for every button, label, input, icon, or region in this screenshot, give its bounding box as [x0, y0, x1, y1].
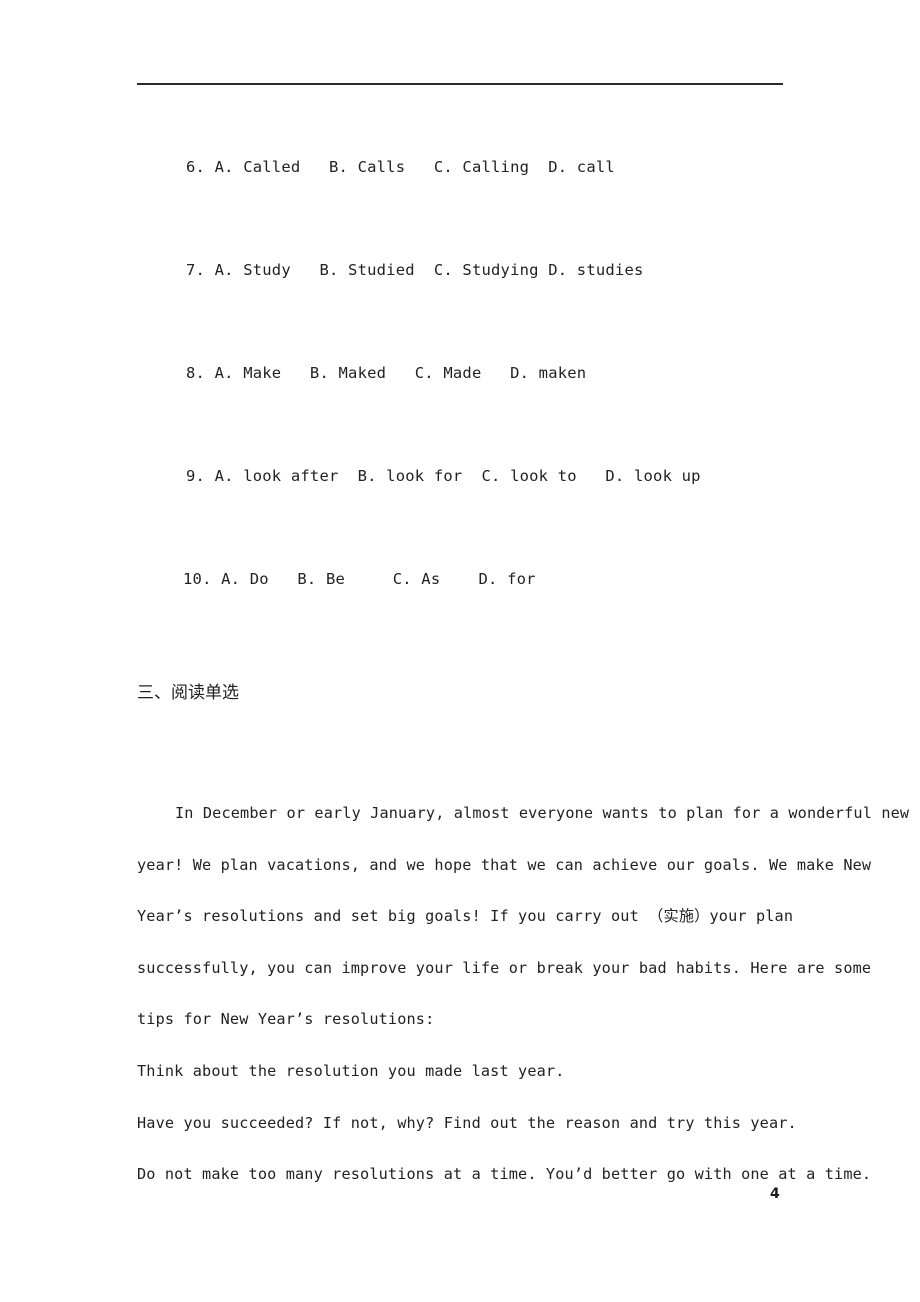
document-page: 6. A. Called B. Calls C. Calling D. call…	[0, 0, 920, 1302]
cloze-question-list: 6. A. Called B. Calls C. Calling D. call…	[0, 150, 920, 665]
passage-line: In December or early January, almost eve…	[175, 804, 910, 822]
question-item-6: 6. A. Called B. Calls C. Calling D. call	[186, 158, 615, 176]
question-item-10: 10. A. Do B. Be C. As D. for	[183, 570, 536, 588]
passage-line: successfully, you can improve your life …	[137, 958, 872, 977]
passage-line: Do not make too many resolutions at a ti…	[137, 1165, 872, 1184]
question-item-7: 7. A. Study B. Studied C. Studying D. st…	[186, 261, 644, 279]
passage-line: Year’s resolutions and set big goals! If…	[137, 907, 794, 926]
reading-passage: In December or early January, almost eve…	[137, 788, 910, 1201]
passage-line: year! We plan vacations, and we hope tha…	[137, 855, 872, 874]
passage-line: Have you succeeded? If not, why? Find ou…	[137, 1113, 797, 1132]
question-item-8: 8. A. Make B. Maked C. Made D. maken	[186, 364, 587, 382]
page-number: 4	[770, 1186, 780, 1202]
passage-line: Think about the resolution you made last…	[137, 1061, 565, 1080]
section-heading-reading: 三、阅读单选	[137, 683, 239, 703]
question-item-9: 9. A. look after B. look for C. look to …	[186, 467, 701, 485]
horizontal-rule-divider	[137, 83, 783, 85]
passage-line: tips for New Year’s resolutions:	[137, 1010, 435, 1029]
